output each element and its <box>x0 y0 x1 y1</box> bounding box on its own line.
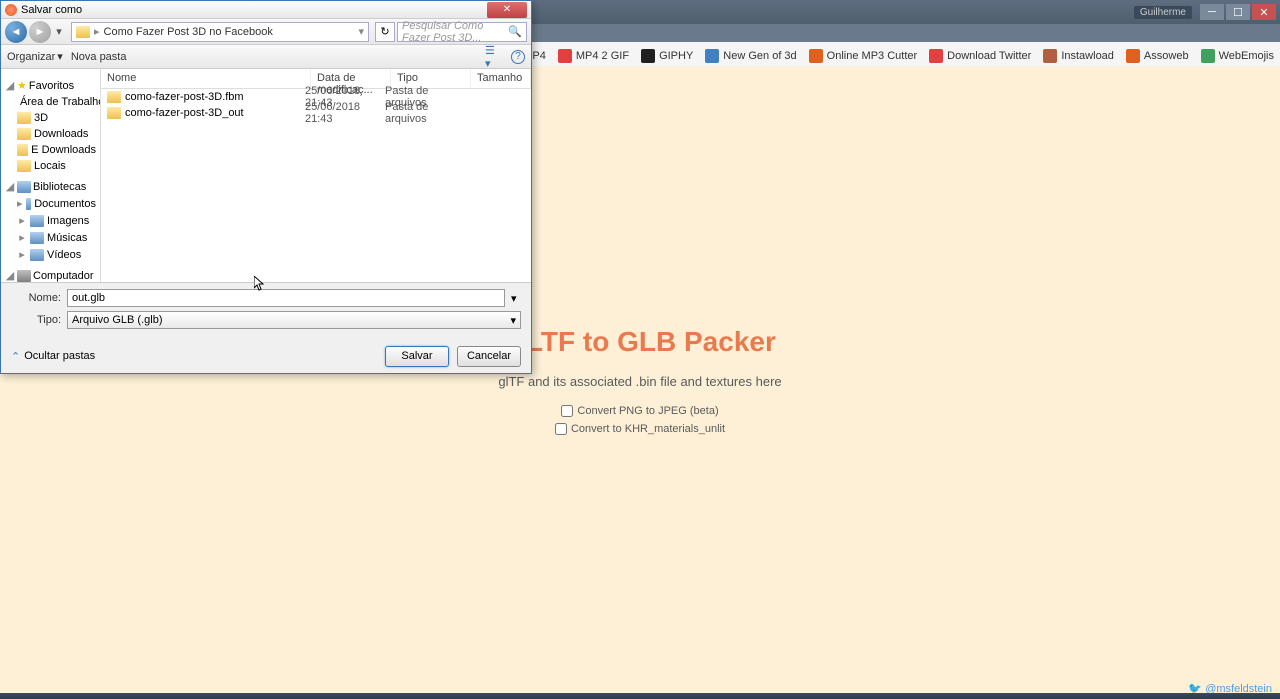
star-icon: ★ <box>17 79 27 92</box>
folder-icon <box>17 160 31 172</box>
chevron-down-icon: ▾ <box>57 50 63 63</box>
taskbar[interactable] <box>0 693 1280 699</box>
dialog-titlebar[interactable]: Salvar como ✕ <box>1 1 531 19</box>
dialog-close-button[interactable]: ✕ <box>487 2 527 18</box>
folder-icon <box>107 91 121 103</box>
dialog-body: ◢★Favoritos Área de Trabalho 3D Download… <box>1 69 531 283</box>
filename-dropdown[interactable]: ▾ <box>511 292 521 305</box>
checkbox-png-jpeg[interactable] <box>561 405 573 417</box>
close-button[interactable]: ✕ <box>1252 4 1276 20</box>
tree-item-locais[interactable]: Locais <box>1 158 100 174</box>
save-button[interactable]: Salvar <box>385 346 449 367</box>
computer-icon <box>17 270 31 282</box>
tree-item-3d[interactable]: 3D <box>1 110 100 126</box>
folder-icon <box>107 107 121 119</box>
maximize-button[interactable]: ☐ <box>1226 4 1250 20</box>
library-icon <box>30 249 44 261</box>
new-folder-button[interactable]: Nova pasta <box>71 51 127 63</box>
bookmark-webemojis[interactable]: WebEmojis <box>1201 49 1274 63</box>
bookmark-giphy[interactable]: GIPHY <box>641 49 693 63</box>
refresh-button[interactable]: ↻ <box>375 22 395 42</box>
option-png-jpeg[interactable]: Convert PNG to JPEG (beta) <box>561 405 718 417</box>
nav-back-button[interactable]: ◄ <box>5 21 27 43</box>
breadcrumb-segment[interactable]: Como Fazer Post 3D no Facebook <box>104 26 273 38</box>
dialog-nav: ◄ ► ▾ ▸ Como Fazer Post 3D no Facebook ▾… <box>1 19 531 45</box>
dialog-icon <box>5 4 17 16</box>
chevron-right-icon: ▸ <box>94 25 100 38</box>
tree-item-edownloads[interactable]: E Downloads <box>1 142 100 158</box>
page-title: GLTF to GLB Packer <box>504 326 776 358</box>
tree-item-documents[interactable]: ▸Documentos <box>1 195 100 212</box>
help-button[interactable]: ? <box>511 50 525 64</box>
library-icon <box>17 181 31 193</box>
option-khr-unlit[interactable]: Convert to KHR_materials_unlit <box>555 423 725 435</box>
dialog-footer: ⌃ Ocultar pastas Salvar Cancelar <box>1 339 531 373</box>
breadcrumb[interactable]: ▸ Como Fazer Post 3D no Facebook ▾ <box>71 22 369 42</box>
tree-computer[interactable]: ◢Computador <box>1 267 100 282</box>
dialog-title: Salvar como <box>21 4 483 16</box>
bookmark-dltwitter[interactable]: Download Twitter <box>929 49 1031 63</box>
bookmark-newgen3d[interactable]: New Gen of 3d <box>705 49 796 63</box>
bookmark-assoweb[interactable]: Assoweb <box>1126 49 1189 63</box>
col-size[interactable]: Tamanho <box>471 69 531 88</box>
library-icon <box>30 215 44 227</box>
tree-item-videos[interactable]: ▸Vídeos <box>1 246 100 263</box>
col-name[interactable]: Nome <box>101 69 311 88</box>
folder-icon <box>76 26 90 38</box>
library-icon <box>30 232 44 244</box>
type-label: Tipo: <box>11 314 61 326</box>
cancel-button[interactable]: Cancelar <box>457 346 521 367</box>
organize-button[interactable]: Organizar ▾ <box>7 50 63 63</box>
library-icon <box>26 198 32 210</box>
bookmark-mp42gif[interactable]: MP4 2 GIF <box>558 49 629 63</box>
tree-item-images[interactable]: ▸Imagens <box>1 212 100 229</box>
tree-favorites[interactable]: ◢★Favoritos <box>1 77 100 94</box>
nav-forward-button[interactable]: ► <box>29 21 51 43</box>
bookmark-mp3cutter[interactable]: Online MP3 Cutter <box>809 49 917 63</box>
tree-libraries[interactable]: ◢Bibliotecas <box>1 178 100 195</box>
folder-icon <box>17 144 28 156</box>
folder-icon <box>17 112 31 124</box>
chevron-down-icon[interactable]: ▾ <box>358 25 364 38</box>
search-icon[interactable]: 🔍 <box>508 25 522 38</box>
nav-history-dropdown[interactable]: ▾ <box>53 22 65 42</box>
folder-icon <box>17 128 31 140</box>
dialog-toolbar: Organizar ▾ Nova pasta ☰ ▾ ? <box>1 45 531 69</box>
tree-item-music[interactable]: ▸Músicas <box>1 229 100 246</box>
tree-item-downloads[interactable]: Downloads <box>1 126 100 142</box>
name-label: Nome: <box>11 292 61 304</box>
save-dialog: Salvar como ✕ ◄ ► ▾ ▸ Como Fazer Post 3D… <box>0 0 532 374</box>
view-button[interactable]: ☰ ▾ <box>485 48 503 66</box>
chevron-down-icon: ▾ <box>510 314 516 327</box>
checkbox-khr-unlit[interactable] <box>555 423 567 435</box>
bookmark-instawload[interactable]: Instawload <box>1043 49 1114 63</box>
hide-folders-button[interactable]: ⌃ Ocultar pastas <box>11 350 95 363</box>
page-subtitle: glTF and its associated .bin file and te… <box>498 374 781 389</box>
file-list: Nome Data de modificaç... Tipo Tamanho c… <box>101 69 531 282</box>
filetype-select[interactable]: Arquivo GLB (.glb) ▾ <box>67 311 521 329</box>
dialog-fields: Nome: ▾ Tipo: Arquivo GLB (.glb) ▾ <box>1 283 531 339</box>
search-input[interactable]: Pesquisar Como Fazer Post 3D... 🔍 <box>397 22 527 42</box>
file-row[interactable]: como-fazer-post-3D_out 25/06/2018 21:43 … <box>101 105 531 121</box>
folder-tree[interactable]: ◢★Favoritos Área de Trabalho 3D Download… <box>1 69 101 282</box>
filename-input[interactable] <box>67 289 505 307</box>
minimize-button[interactable]: ─ <box>1200 4 1224 20</box>
file-list-rows: como-fazer-post-3D.fbm 25/06/2018 21:43 … <box>101 89 531 282</box>
user-badge: Guilherme <box>1134 6 1192 19</box>
tree-item-desktop[interactable]: Área de Trabalho <box>1 94 100 110</box>
chevron-up-icon: ⌃ <box>11 350 20 363</box>
